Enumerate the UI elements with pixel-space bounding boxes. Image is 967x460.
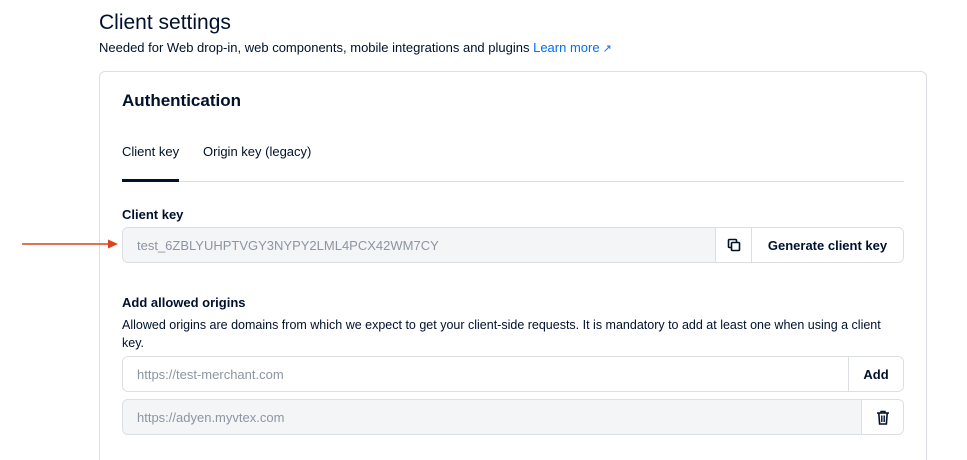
origin-entry-value: https://adyen.myvtex.com (123, 400, 861, 434)
authentication-card: Authentication Client key Origin key (le… (99, 71, 927, 460)
tab-client-key[interactable]: Client key (122, 144, 180, 182)
copy-icon (727, 238, 740, 252)
learn-more-link[interactable]: Learn more ↗ (533, 40, 612, 55)
tab-origin-key[interactable]: Origin key (legacy) (203, 144, 311, 159)
learn-more-label: Learn more (533, 40, 600, 55)
subtitle-text: Needed for Web drop-in, web components, … (99, 40, 530, 55)
origin-input-group: https://test-merchant.com Add (122, 356, 904, 392)
origin-input[interactable]: https://test-merchant.com (123, 357, 848, 391)
trash-icon (876, 410, 889, 425)
allowed-origins-label: Add allowed origins (122, 295, 246, 310)
delete-origin-button[interactable] (861, 400, 903, 434)
page-subtitle: Needed for Web drop-in, web components, … (99, 40, 612, 55)
client-key-group: test_6ZBLYUHPTVGY3NYPY2LML4PCX42WM7CY Ge… (122, 227, 904, 263)
allowed-origins-description: Allowed origins are domains from which w… (122, 318, 881, 350)
card-title: Authentication (122, 91, 241, 110)
external-link-icon: ↗ (602, 43, 612, 55)
annotation-arrow-icon (22, 239, 118, 249)
copy-button[interactable] (715, 228, 751, 262)
add-origin-button[interactable]: Add (848, 357, 903, 391)
client-key-field[interactable]: test_6ZBLYUHPTVGY3NYPY2LML4PCX42WM7CY (123, 228, 715, 262)
tab-bar: Client key Origin key (legacy) (122, 144, 904, 182)
page-title: Client settings (99, 11, 231, 34)
client-key-label: Client key (122, 207, 184, 222)
origin-entry: https://adyen.myvtex.com (122, 399, 904, 435)
generate-client-key-button[interactable]: Generate client key (751, 228, 903, 262)
